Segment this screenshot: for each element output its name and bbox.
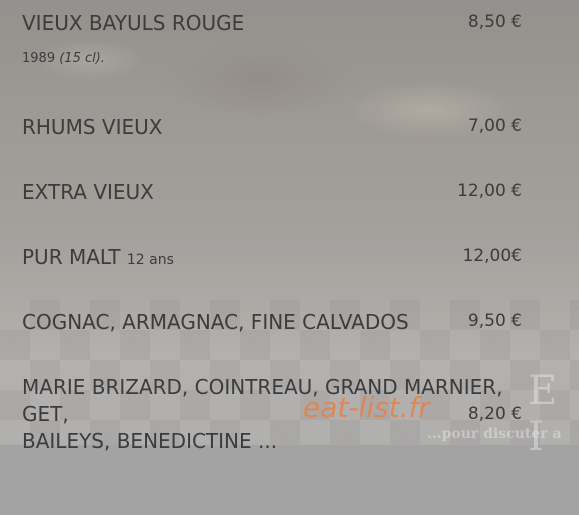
- item-note: 1989 (15 cl).: [22, 51, 522, 66]
- item-price: 8,50 €: [467, 12, 522, 32]
- menu-item-liqueurs: MARIE BRIZARD, COINTREAU, GRAND MARNIER,…: [22, 374, 522, 455]
- item-name: PUR MALT: [22, 245, 121, 269]
- item-age: 12 ans: [126, 252, 174, 268]
- item-name-line-1: MARIE BRIZARD, COINTREAU, GRAND MARNIER,…: [22, 375, 503, 426]
- item-note-year: 1989: [22, 51, 56, 66]
- item-name-row: PUR MALT 12 ans: [22, 244, 522, 274]
- watermark-logo: eat-list.fr: [303, 391, 430, 424]
- menu-item-pur-malt: PUR MALT 12 ans 12,00€: [22, 244, 522, 274]
- item-name: VIEUX BAYULS ROUGE: [22, 11, 245, 35]
- item-name-line-2: BAILEYS, BENEDICTINE ...: [22, 429, 278, 453]
- menu-item-vieux-bayuls: VIEUX BAYULS ROUGE 1989 (15 cl). 8,50 €: [22, 10, 522, 66]
- item-name: RHUMS VIEUX: [22, 115, 163, 139]
- drinks-menu: VIEUX BAYULS ROUGE 1989 (15 cl). 8,50 € …: [0, 0, 579, 515]
- item-name: EXTRA VIEUX: [22, 180, 154, 204]
- item-price: 12,00 €: [457, 181, 522, 201]
- menu-item-rhums-vieux: RHUMS VIEUX 7,00 €: [22, 114, 522, 141]
- item-note-volume: (15 cl).: [59, 51, 105, 66]
- menu-item-cognac: COGNAC, ARMAGNAC, FINE CALVADOS 9,50 €: [22, 309, 522, 336]
- item-price: 12,00€: [462, 246, 522, 266]
- menu-item-extra-vieux: EXTRA VIEUX 12,00 €: [22, 179, 522, 206]
- item-name: COGNAC, ARMAGNAC, FINE CALVADOS: [22, 310, 409, 334]
- item-price: 9,50 €: [467, 311, 522, 331]
- item-price: 8,20 €: [467, 404, 522, 424]
- item-price: 7,00 €: [467, 116, 522, 136]
